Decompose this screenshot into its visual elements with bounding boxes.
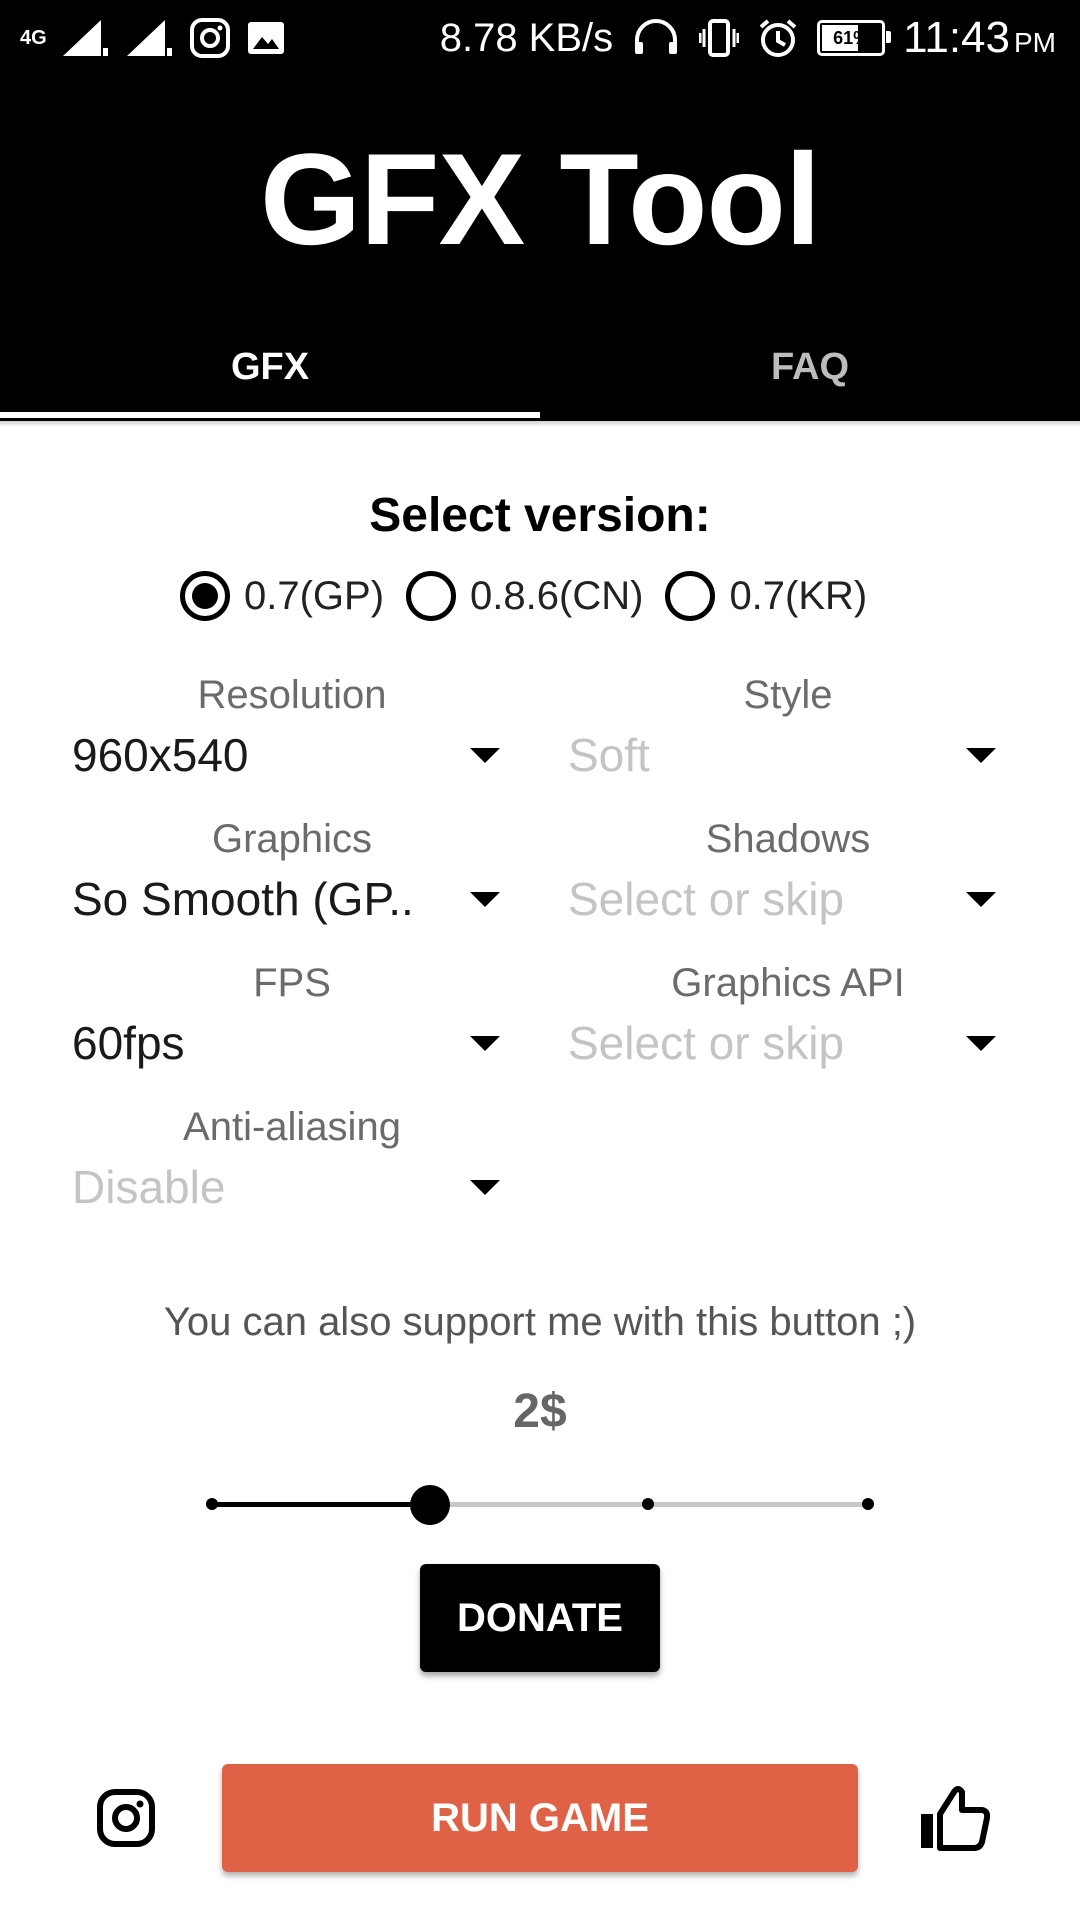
anti-aliasing-label: Anti-aliasing — [183, 1105, 401, 1149]
graphics-api-field: Graphics API Select or skip — [568, 958, 1008, 1078]
fps-value: 60fps — [72, 1017, 185, 1069]
anti-aliasing-dropdown[interactable]: Disable — [72, 1152, 512, 1222]
hifi-headphone-icon — [635, 19, 678, 54]
network-type: 4G — [20, 27, 47, 49]
radio-label: 0.8.6(CN) — [470, 573, 644, 618]
dropdown-arrow-icon — [966, 1036, 996, 1051]
tab-gfx[interactable]: GFX — [0, 322, 540, 418]
slider-track-active — [212, 1502, 430, 1507]
version-radio-group: 0.7(GP) 0.8.6(CN) 0.7(KR) — [180, 565, 889, 627]
version-radio-kr[interactable]: 0.7(KR) — [665, 571, 867, 621]
signal-icon — [126, 20, 172, 56]
dropdown-arrow-icon — [966, 892, 996, 907]
signal-icon — [62, 20, 108, 56]
dropdown-arrow-icon — [470, 892, 500, 907]
anti-aliasing-value: Disable — [72, 1161, 226, 1213]
select-version-title: Select version: — [369, 489, 711, 542]
resolution-label: Resolution — [197, 673, 387, 717]
status-bar: 4G 8.78 KB/s 61% 11:43 PM — [0, 0, 1080, 76]
alarm-icon — [759, 19, 797, 57]
style-field: Style Soft — [568, 670, 1008, 790]
version-radio-cn[interactable]: 0.8.6(CN) — [406, 571, 643, 621]
app-title: GFX Tool — [259, 126, 821, 272]
donate-button[interactable]: DONATE — [420, 1564, 660, 1672]
image-notification-icon — [247, 22, 284, 54]
slider-tick — [206, 1498, 218, 1510]
radio-label: 0.7(KR) — [729, 573, 868, 618]
fps-label: FPS — [253, 961, 331, 1005]
graphics-label: Graphics — [211, 817, 373, 861]
tab-indicator — [0, 412, 540, 418]
graphics-value: So Smooth (GP.. — [72, 873, 414, 925]
battery-level: 61% — [833, 27, 870, 48]
tab-faq[interactable]: FAQ — [540, 322, 1080, 412]
slider-tick — [642, 1498, 654, 1510]
dropdown-arrow-icon — [966, 748, 996, 763]
shadows-value: Select or skip — [568, 873, 845, 925]
graphics-field: Graphics So Smooth (GP.. — [72, 814, 512, 934]
app-bar: GFX Tool GFX FAQ — [0, 76, 1080, 421]
battery-icon: 61% — [817, 20, 892, 56]
radio-unselected-icon — [665, 571, 716, 621]
tab-label: FAQ — [770, 345, 850, 388]
radio-unselected-icon — [406, 571, 457, 621]
shadows-label: Shadows — [705, 817, 871, 861]
graphics-api-label: Graphics API — [671, 961, 905, 1005]
version-radio-gp[interactable]: 0.7(GP) — [180, 571, 384, 621]
tab-bar: GFX FAQ — [0, 322, 1080, 418]
style-value: Soft — [568, 729, 650, 781]
resolution-value: 960x540 — [72, 729, 249, 781]
donation-slider[interactable] — [206, 1480, 874, 1530]
bottom-bar: RUN GAME — [0, 1760, 1080, 1872]
resolution-field: Resolution 960x540 — [72, 670, 512, 790]
anti-aliasing-field: Anti-aliasing Disable — [72, 1102, 512, 1222]
thumbs-up-icon[interactable] — [918, 1784, 990, 1852]
radio-selected-icon — [180, 571, 230, 621]
app-bar-shadow — [0, 421, 1080, 427]
style-label: Style — [743, 673, 833, 717]
fps-field: FPS 60fps — [72, 958, 512, 1078]
resolution-dropdown[interactable]: 960x540 — [72, 720, 512, 790]
fps-dropdown[interactable]: 60fps — [72, 1008, 512, 1078]
clock: 11:43 PM — [903, 13, 1056, 62]
tab-label: GFX — [230, 345, 310, 388]
instagram-icon[interactable] — [96, 1788, 156, 1848]
slider-tick — [862, 1498, 874, 1510]
slider-thumb[interactable] — [410, 1485, 450, 1525]
run-game-button[interactable]: RUN GAME — [222, 1764, 858, 1872]
dropdown-arrow-icon — [470, 1180, 500, 1195]
status-bar-left: 4G — [20, 12, 287, 64]
graphics-dropdown[interactable]: So Smooth (GP.. — [72, 864, 512, 934]
status-bar-right: 8.78 KB/s 61% 11:43 PM — [440, 12, 1056, 64]
support-text: You can also support me with this button… — [163, 1300, 917, 1344]
instagram-notification-icon — [189, 18, 230, 58]
radio-label: 0.7(GP) — [244, 573, 385, 618]
shadows-field: Shadows Select or skip — [568, 814, 1008, 934]
shadows-dropdown[interactable]: Select or skip — [568, 864, 1008, 934]
graphics-api-value: Select or skip — [568, 1017, 845, 1069]
network-speed: 8.78 KB/s — [439, 15, 614, 60]
donation-amount: 2$ — [513, 1385, 567, 1438]
dropdown-arrow-icon — [470, 1036, 500, 1051]
dropdown-arrow-icon — [470, 748, 500, 763]
graphics-api-dropdown[interactable]: Select or skip — [568, 1008, 1008, 1078]
style-dropdown[interactable]: Soft — [568, 720, 1008, 790]
vibrate-icon — [699, 19, 740, 57]
